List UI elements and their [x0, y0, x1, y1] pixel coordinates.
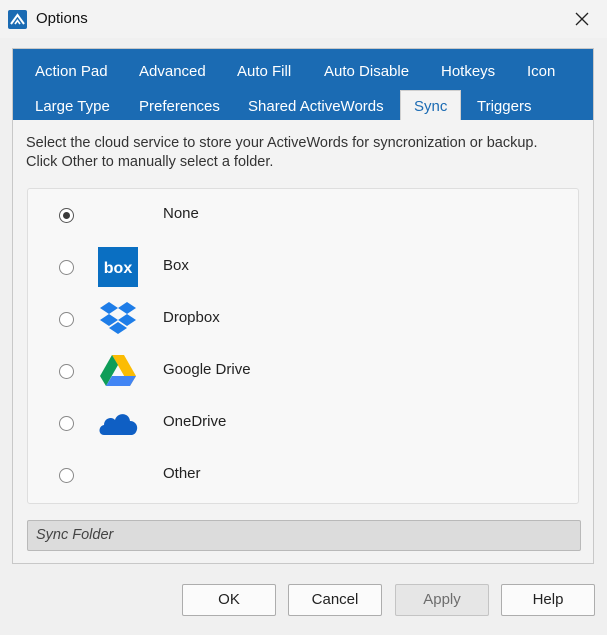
tab-auto-fill[interactable]: Auto Fill	[237, 57, 291, 87]
option-onedrive[interactable]: OneDrive	[28, 397, 578, 449]
activewords-app-icon	[8, 10, 27, 29]
option-onedrive-label: OneDrive	[163, 413, 227, 430]
ok-button[interactable]: OK	[182, 584, 276, 616]
tab-shared-activewords[interactable]: Shared ActiveWords	[248, 92, 384, 122]
tab-icon[interactable]: Icon	[527, 57, 555, 87]
option-google-drive[interactable]: Google Drive	[28, 345, 578, 397]
radio-box[interactable]	[59, 260, 74, 275]
radio-other[interactable]	[59, 468, 74, 483]
option-other[interactable]: Other	[28, 449, 578, 501]
help-button[interactable]: Help	[501, 584, 595, 616]
tab-auto-disable[interactable]: Auto Disable	[324, 57, 409, 87]
tab-advanced[interactable]: Advanced	[139, 57, 206, 87]
box-logo-text: box	[104, 260, 133, 277]
options-panel: Action Pad Advanced Auto Fill Auto Disab…	[12, 48, 594, 564]
sync-description: Select the cloud service to store your A…	[26, 134, 586, 172]
tab-sync[interactable]: Sync	[400, 90, 462, 122]
radio-onedrive[interactable]	[59, 416, 74, 431]
window-title: Options	[36, 10, 88, 27]
cloud-service-options: None box Box Dropbox Google Drive OneDri…	[27, 188, 579, 504]
option-dropbox[interactable]: Dropbox	[28, 293, 578, 345]
apply-button[interactable]: Apply	[395, 584, 489, 616]
tab-large-type[interactable]: Large Type	[35, 92, 110, 122]
radio-google-drive[interactable]	[59, 364, 74, 379]
option-none-label: None	[163, 205, 199, 222]
option-google-drive-label: Google Drive	[163, 361, 251, 378]
sync-folder-field[interactable]: Sync Folder	[27, 520, 581, 551]
tab-action-pad[interactable]: Action Pad	[35, 57, 108, 87]
option-dropbox-label: Dropbox	[163, 309, 220, 326]
tab-bar: Action Pad Advanced Auto Fill Auto Disab…	[13, 49, 593, 122]
tab-hotkeys[interactable]: Hotkeys	[441, 57, 495, 87]
close-icon	[575, 12, 589, 26]
close-button[interactable]	[569, 6, 595, 32]
sync-description-line-1: Select the cloud service to store your A…	[26, 135, 538, 151]
option-box[interactable]: box Box	[28, 241, 578, 293]
option-none[interactable]: None	[28, 189, 578, 241]
option-box-label: Box	[163, 257, 189, 274]
option-other-label: Other	[163, 465, 201, 482]
dropbox-icon	[98, 299, 138, 339]
tab-preferences[interactable]: Preferences	[139, 92, 220, 122]
cancel-button[interactable]: Cancel	[288, 584, 382, 616]
sync-tab-content: Select the cloud service to store your A…	[13, 120, 593, 563]
google-drive-icon	[98, 351, 138, 391]
tab-triggers[interactable]: Triggers	[477, 92, 531, 122]
onedrive-icon	[98, 403, 138, 443]
sync-description-line-2: Click Other to manually select a folder.	[26, 154, 274, 170]
box-logo-icon: box	[98, 247, 138, 287]
title-bar: Options	[0, 0, 607, 38]
radio-none[interactable]	[59, 208, 74, 223]
radio-dropbox[interactable]	[59, 312, 74, 327]
